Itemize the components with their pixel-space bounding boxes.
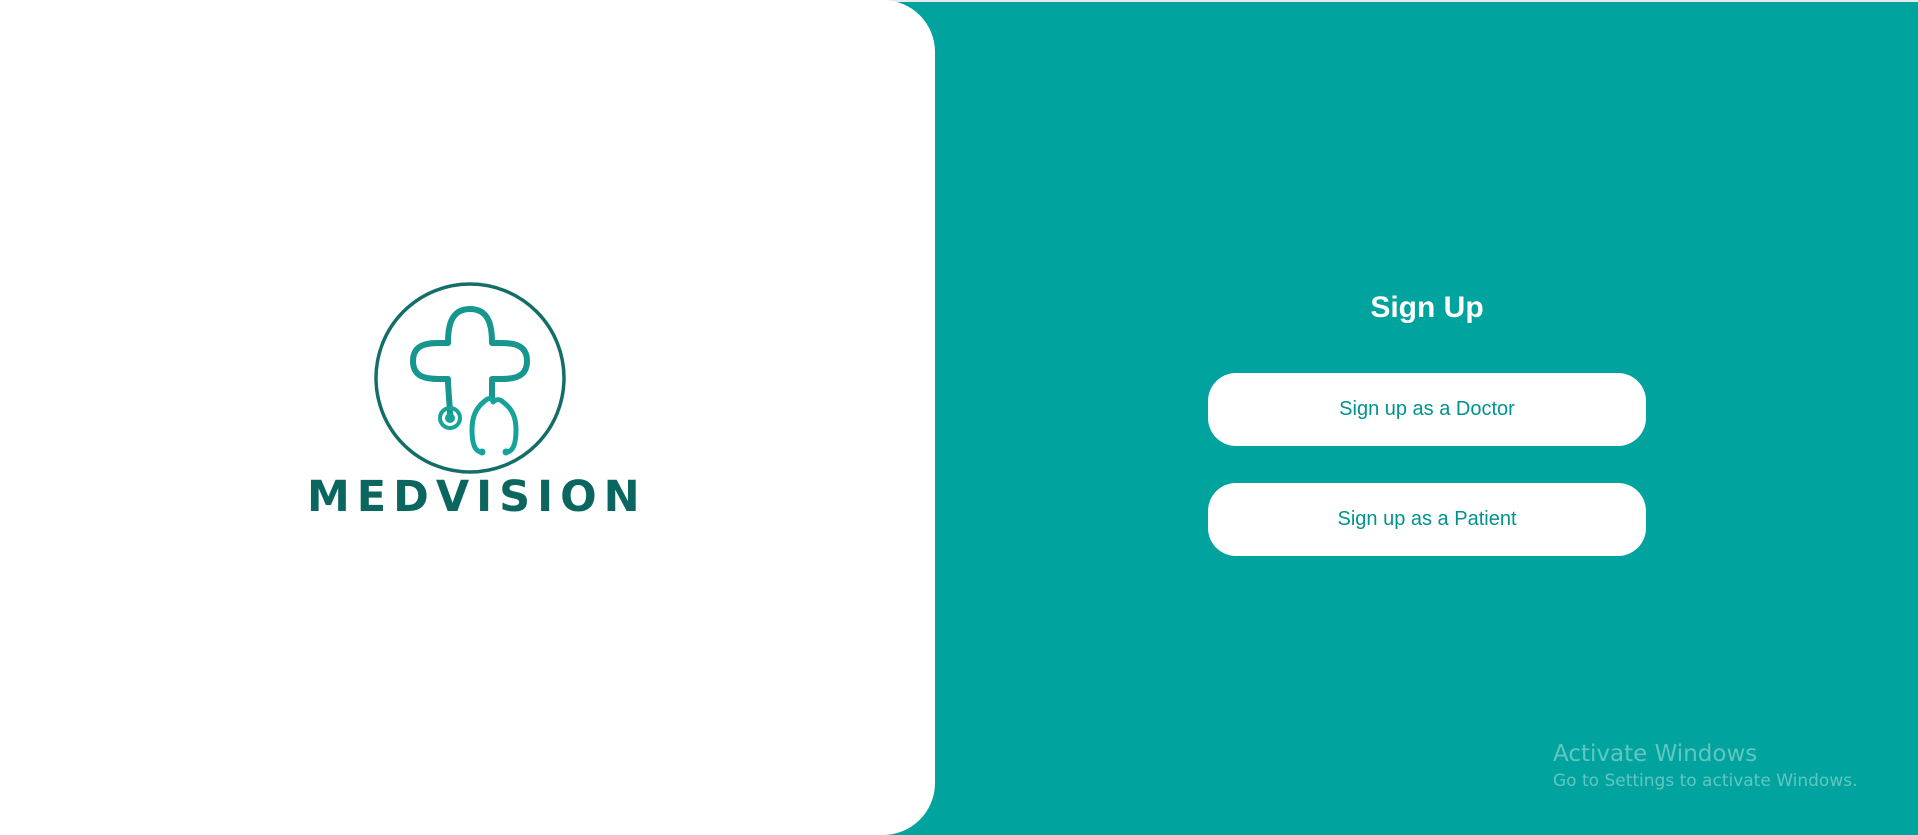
brand-name: MEDVISION xyxy=(307,472,647,522)
watermark-subtitle: Go to Settings to activate Windows. xyxy=(1553,771,1858,791)
page-title: Sign Up xyxy=(1370,291,1484,324)
signup-page: MEDVISION Sign Up Sign up as a Doctor Si… xyxy=(0,0,1918,835)
cross-stethoscope-icon xyxy=(374,282,566,474)
medvision-logo: MEDVISION xyxy=(300,280,640,520)
signup-panel: Sign Up Sign up as a Doctor Sign up as a… xyxy=(1208,290,1646,556)
activate-windows-watermark: Activate Windows Go to Settings to activ… xyxy=(1553,739,1858,793)
signup-doctor-button[interactable]: Sign up as a Doctor xyxy=(1208,373,1646,446)
watermark-title: Activate Windows xyxy=(1553,741,1758,767)
brand-panel: MEDVISION xyxy=(0,0,935,835)
signup-patient-button[interactable]: Sign up as a Patient xyxy=(1208,483,1646,556)
